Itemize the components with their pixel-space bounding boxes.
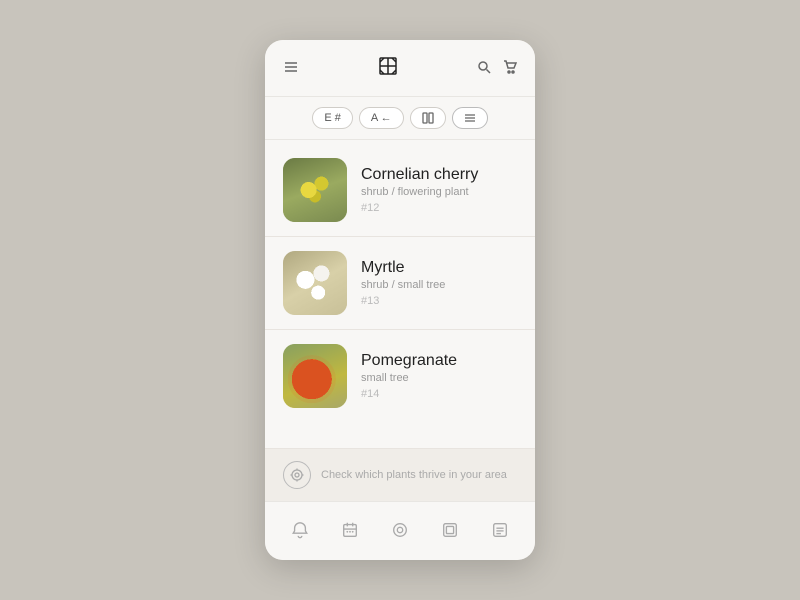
phone-card: E # A ← Cornelian cherry shrub / floweri — [265, 40, 535, 560]
nav-list-icon[interactable] — [484, 514, 516, 546]
nav-bell-icon[interactable] — [284, 514, 316, 546]
filter-bar: E # A ← — [265, 97, 535, 140]
nav-home-icon[interactable] — [384, 514, 416, 546]
filter-english-label: E # — [324, 112, 341, 124]
plant-name-cornelian: Cornelian cherry — [361, 166, 517, 184]
search-icon[interactable] — [477, 60, 491, 79]
plant-number-myrtle: #13 — [361, 295, 517, 307]
plant-thumb-pomegranate — [283, 344, 347, 408]
location-text: Check which plants thrive in your area — [321, 469, 507, 481]
header-actions — [477, 60, 517, 79]
menu-icon[interactable] — [283, 59, 299, 80]
plant-item-myrtle[interactable]: Myrtle shrub / small tree #13 — [265, 237, 535, 330]
plant-info-pomegranate: Pomegranate small tree #14 — [361, 352, 517, 400]
location-banner[interactable]: Check which plants thrive in your area — [265, 448, 535, 501]
app-logo — [376, 54, 400, 84]
filter-grid-button[interactable] — [410, 107, 446, 129]
plant-type-cornelian: shrub / flowering plant — [361, 186, 517, 198]
plant-item-pomegranate[interactable]: Pomegranate small tree #14 — [265, 330, 535, 422]
header — [265, 40, 535, 97]
nav-collection-icon[interactable] — [434, 514, 466, 546]
filter-english-button[interactable]: E # — [312, 107, 353, 129]
plant-number-cornelian: #12 — [361, 202, 517, 214]
location-icon — [283, 461, 311, 489]
plant-thumb-myrtle — [283, 251, 347, 315]
plant-type-myrtle: shrub / small tree — [361, 279, 517, 291]
filter-list-button[interactable] — [452, 107, 488, 129]
cart-icon[interactable] — [503, 60, 517, 79]
plant-name-myrtle: Myrtle — [361, 259, 517, 277]
filter-alpha-button[interactable]: A ← — [359, 107, 404, 129]
nav-calendar-icon[interactable] — [334, 514, 366, 546]
plant-list: Cornelian cherry shrub / flowering plant… — [265, 140, 535, 448]
plant-number-pomegranate: #14 — [361, 388, 517, 400]
plant-name-pomegranate: Pomegranate — [361, 352, 517, 370]
bottom-nav — [265, 501, 535, 560]
plant-thumb-cornelian — [283, 158, 347, 222]
plant-item-cornelian[interactable]: Cornelian cherry shrub / flowering plant… — [265, 144, 535, 237]
plant-info-cornelian: Cornelian cherry shrub / flowering plant… — [361, 166, 517, 214]
plant-info-myrtle: Myrtle shrub / small tree #13 — [361, 259, 517, 307]
filter-alpha-label: A ← — [371, 112, 392, 124]
plant-type-pomegranate: small tree — [361, 372, 517, 384]
